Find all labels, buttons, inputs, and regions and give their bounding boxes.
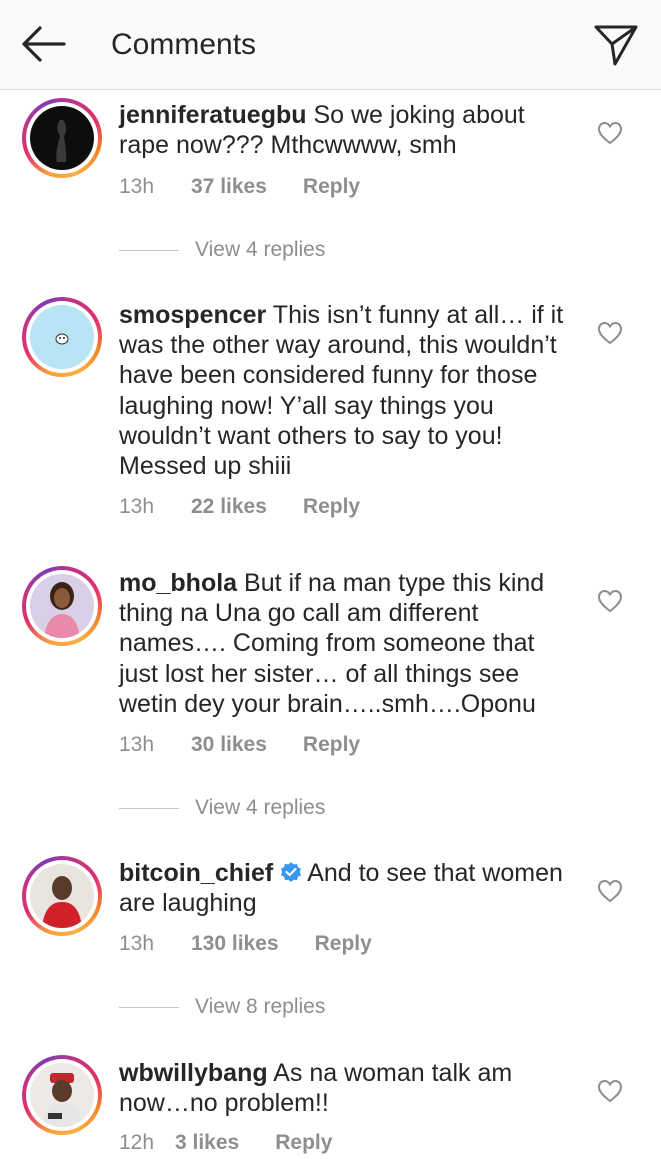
like-heart-icon[interactable]	[597, 589, 623, 613]
page-title: Comments	[111, 28, 257, 61]
avatar	[30, 106, 94, 170]
likes-count[interactable]: 37 likes	[191, 174, 267, 200]
divider-line	[119, 807, 179, 809]
like-heart-icon[interactable]	[597, 321, 623, 345]
comment-time: 13h	[119, 495, 155, 518]
view-replies-label: View 4 replies	[195, 796, 326, 819]
avatar-story-ring[interactable]	[22, 856, 102, 936]
comment-username[interactable]: mo_bhola	[119, 569, 237, 597]
comment-meta: 12h 3 likes Reply	[119, 1130, 332, 1156]
like-heart-icon[interactable]	[597, 1079, 623, 1103]
reply-button[interactable]: Reply	[303, 494, 360, 520]
view-replies-button[interactable]: View 8 replies	[119, 994, 325, 1020]
comment-text: mo_bhola But if na man type this kind th…	[119, 568, 579, 719]
view-replies-label: View 4 replies	[195, 238, 326, 261]
avatar	[30, 1063, 94, 1127]
view-replies-button[interactable]: View 4 replies	[119, 795, 325, 821]
reply-button[interactable]: Reply	[315, 931, 372, 957]
likes-count[interactable]: 22 likes	[191, 494, 267, 520]
reply-button[interactable]: Reply	[303, 732, 360, 758]
arrow-left-icon	[22, 26, 66, 62]
comment-time: 13h	[119, 175, 155, 198]
likes-count[interactable]: 130 likes	[191, 931, 279, 957]
comment-text: jenniferatuegbu So we joking about rape …	[119, 100, 579, 160]
comment-text: bitcoin_chief And to see that women are …	[119, 858, 579, 918]
comment-text: smospencer This isn’t funny at all… if i…	[119, 300, 579, 481]
like-heart-icon[interactable]	[597, 121, 623, 145]
comment-username[interactable]: jenniferatuegbu	[119, 101, 307, 129]
reply-button[interactable]: Reply	[275, 1130, 332, 1156]
reply-button[interactable]: Reply	[303, 174, 360, 200]
comments-header: Comments	[0, 0, 661, 90]
view-replies-button[interactable]: View 4 replies	[119, 237, 325, 263]
avatar	[30, 305, 94, 369]
paper-plane-icon	[594, 25, 638, 66]
avatar-story-ring[interactable]	[22, 566, 102, 646]
avatar	[30, 864, 94, 928]
comment-username[interactable]: smospencer	[119, 301, 266, 329]
likes-count[interactable]: 3 likes	[175, 1130, 239, 1156]
like-heart-icon[interactable]	[597, 879, 623, 903]
divider-line	[119, 1006, 179, 1008]
divider-line	[119, 249, 179, 251]
comment-username[interactable]: bitcoin_chief	[119, 859, 273, 887]
comment-time: 12h	[119, 1131, 155, 1154]
back-button[interactable]	[18, 24, 68, 64]
share-button[interactable]	[592, 22, 640, 68]
verified-badge-icon	[281, 862, 302, 882]
comment-meta: 13h 22 likes Reply	[119, 494, 360, 520]
avatar-story-ring[interactable]	[22, 297, 102, 377]
comment-meta: 13h 37 likes Reply	[119, 174, 360, 200]
avatar	[30, 574, 94, 638]
comment-text: wbwillybang As na woman talk am now…no p…	[119, 1058, 579, 1118]
comment-meta: 13h 30 likes Reply	[119, 732, 360, 758]
comment-meta: 13h 130 likes Reply	[119, 931, 372, 957]
likes-count[interactable]: 30 likes	[191, 732, 267, 758]
view-replies-label: View 8 replies	[195, 995, 326, 1018]
comment-time: 13h	[119, 733, 155, 756]
avatar-story-ring[interactable]	[22, 1055, 102, 1135]
comment-username[interactable]: wbwillybang	[119, 1059, 268, 1087]
comment-time: 13h	[119, 932, 155, 955]
avatar-story-ring[interactable]	[22, 98, 102, 178]
